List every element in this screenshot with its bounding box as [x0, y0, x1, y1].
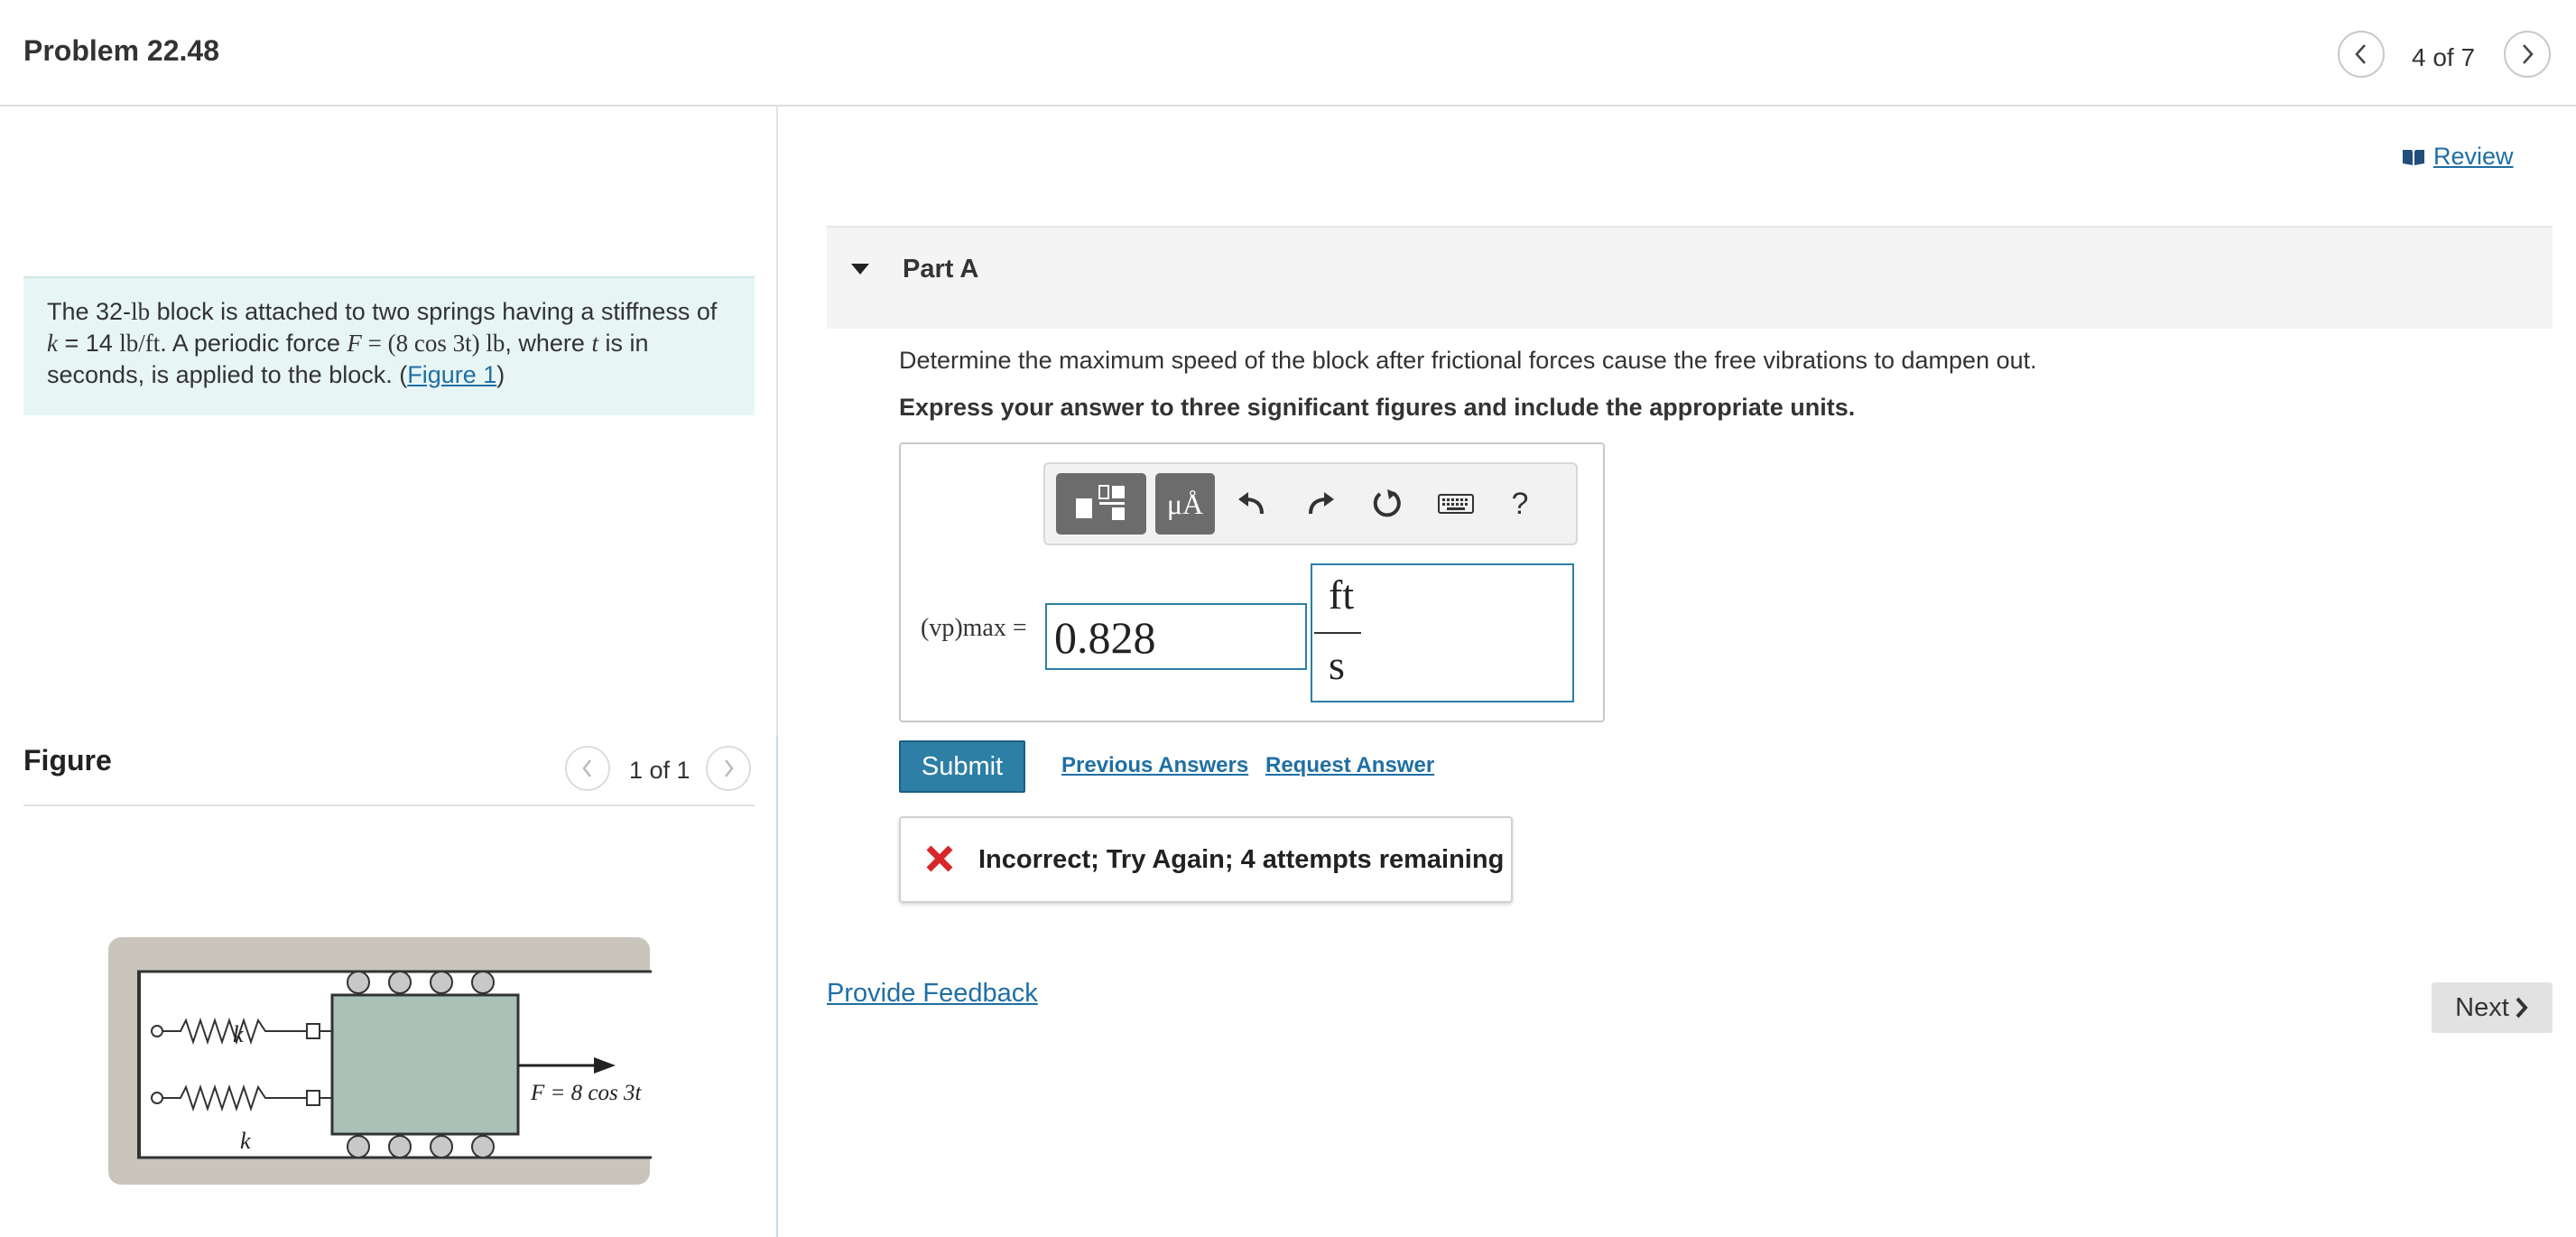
- figure-divider: [23, 805, 755, 806]
- units-button[interactable]: μÅ: [1155, 473, 1215, 535]
- problem-statement: The 32-lb block is attached to two sprin…: [23, 276, 755, 415]
- problem-title: Problem 22.48: [23, 34, 219, 67]
- chevron-right-icon: [725, 759, 734, 777]
- book-icon: [2403, 149, 2424, 165]
- error-x-icon: [926, 845, 953, 872]
- instruction-text: Express your answer to three significant…: [899, 394, 1856, 421]
- keyboard-button[interactable]: [1433, 477, 1478, 531]
- previous-problem-button[interactable]: [2338, 31, 2385, 78]
- undo-button[interactable]: [1229, 477, 1274, 531]
- templates-button[interactable]: [1056, 473, 1146, 535]
- chevron-left-icon: [2355, 44, 2366, 64]
- answer-variable-label: (vp)max =: [921, 614, 1027, 642]
- request-answer-link[interactable]: Request Answer: [1265, 753, 1434, 778]
- intro-text: = 14: [57, 330, 120, 357]
- intro-text: ): [496, 361, 505, 388]
- figure-counter: 1 of 1: [629, 757, 690, 784]
- intro-math: k: [47, 330, 58, 357]
- intro-text: The 32-: [47, 298, 132, 325]
- answer-value-input[interactable]: 0.828: [1045, 603, 1307, 670]
- part-a-header[interactable]: [827, 226, 2553, 329]
- previous-answers-link[interactable]: Previous Answers: [1061, 753, 1248, 778]
- chevron-left-icon: [582, 759, 591, 777]
- submit-button[interactable]: Submit: [899, 740, 1025, 793]
- undo-icon: [1238, 492, 1264, 515]
- review-label: Review: [2433, 143, 2514, 170]
- force-label: F = 8 cos 3t: [530, 1081, 642, 1105]
- unit-numerator: ft: [1329, 572, 1355, 618]
- intro-text: block is attached to two springs having …: [150, 298, 718, 325]
- problem-counter: 4 of 7: [2412, 43, 2476, 71]
- figure-link[interactable]: Figure 1: [407, 361, 496, 388]
- feedback-message: Incorrect; Try Again; 4 attempts remaini…: [978, 845, 1505, 874]
- spring-k-bottom-label: k: [240, 1128, 251, 1154]
- review-link[interactable]: Review: [2401, 143, 2514, 171]
- next-problem-button[interactable]: [2504, 31, 2551, 78]
- intro-math: t: [591, 330, 598, 357]
- reset-button[interactable]: [1365, 477, 1410, 531]
- header-bar: [0, 0, 2576, 107]
- figure-prev-button[interactable]: [565, 746, 610, 791]
- intro-math: lb: [131, 298, 151, 325]
- provide-feedback-link[interactable]: Provide Feedback: [827, 979, 1038, 1009]
- chevron-right-icon: [2516, 997, 2528, 1018]
- intro-text: , where: [505, 330, 592, 357]
- intro-text: seconds, is applied to the block. (: [47, 361, 408, 388]
- caret-down-icon[interactable]: [850, 262, 870, 276]
- spring-block-figure: k k F = 8 cos 3t: [108, 937, 652, 1185]
- keyboard-icon: [1438, 494, 1474, 514]
- unit-fraction-bar: [1314, 632, 1361, 634]
- part-a-title: Part A: [903, 255, 979, 284]
- next-label: Next: [2455, 992, 2509, 1022]
- intro-text: is in: [598, 330, 649, 357]
- figure-next-button[interactable]: [706, 746, 751, 791]
- question-text: Determine the maximum speed of the block…: [899, 347, 2037, 374]
- column-divider: [776, 105, 778, 737]
- chevron-right-icon: [2523, 44, 2534, 64]
- spring-k-top-label: k: [233, 1021, 244, 1047]
- column-divider-lower: [776, 737, 778, 1237]
- redo-button[interactable]: [1298, 477, 1343, 531]
- unit-denominator: s: [1329, 642, 1345, 688]
- help-button[interactable]: ?: [1502, 477, 1538, 531]
- figure-heading: Figure: [23, 744, 112, 777]
- intro-math: lb/ft: [119, 330, 161, 357]
- templates-icon: [1076, 485, 1125, 520]
- reset-icon: [1373, 489, 1401, 517]
- next-button[interactable]: Next: [2432, 982, 2553, 1033]
- redo-icon: [1309, 492, 1334, 515]
- intro-math: = (8 cos 3t) lb: [361, 330, 505, 357]
- intro-text: . A periodic force: [160, 330, 347, 357]
- intro-math: F: [347, 330, 362, 357]
